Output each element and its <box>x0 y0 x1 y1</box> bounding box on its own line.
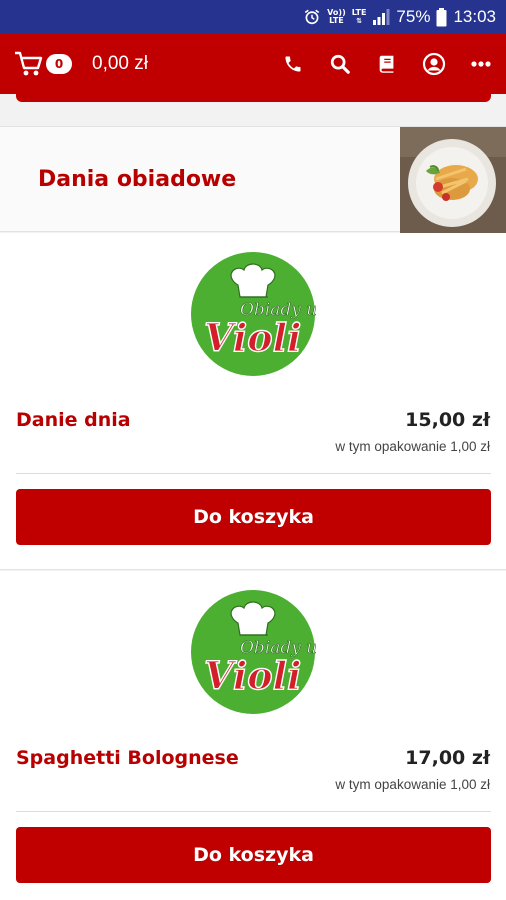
product-price: 17,00 zł <box>405 747 490 769</box>
battery-percent: 75% <box>396 7 431 26</box>
account-icon[interactable] <box>421 51 447 77</box>
battery-icon <box>436 7 447 27</box>
add-to-cart-button[interactable]: Do koszyka <box>16 827 491 883</box>
add-to-cart-button[interactable]: Do koszyka <box>16 489 491 545</box>
cart-total: 0,00 zł <box>92 53 148 74</box>
packaging-note: w tym opakowanie 1,00 zł <box>335 439 490 454</box>
product-card: Obiady u Violi Danie dnia 15,00 zł w tym… <box>0 233 506 570</box>
category-photo <box>400 127 506 233</box>
restaurant-logo: Obiady u Violi <box>191 590 316 714</box>
logo-text-line2: Violi <box>204 653 301 698</box>
divider <box>16 811 491 812</box>
volte-bottom-label: LTE <box>329 16 344 25</box>
packaging-note: w tym opakowanie 1,00 zł <box>335 777 490 792</box>
status-bar: Vo)) LTE LTE ⇅ 75% 13:03 <box>0 0 506 34</box>
lte-icon: LTE ⇅ <box>351 8 367 26</box>
previous-button-edge[interactable] <box>16 94 491 102</box>
lte-label: LTE <box>351 8 367 17</box>
signal-icon <box>372 9 390 25</box>
category-header[interactable]: Dania obiadowe <box>0 126 506 233</box>
search-icon[interactable] <box>327 51 353 77</box>
logo-text-line2: Violi <box>204 315 301 360</box>
phone-icon[interactable] <box>280 51 306 77</box>
clock: 13:03 <box>453 7 496 26</box>
category-title: Dania obiadowe <box>38 167 237 192</box>
product-price: 15,00 zł <box>405 409 490 431</box>
cart-icon <box>14 51 44 77</box>
menu-book-icon[interactable] <box>374 51 400 77</box>
divider <box>16 473 491 474</box>
cart-count-badge: 0 <box>46 54 72 74</box>
product-card: Obiady u Violi Spaghetti Bolognese 17,00… <box>0 571 506 900</box>
product-name: Spaghetti Bolognese <box>16 747 239 769</box>
volte-icon: Vo)) LTE <box>327 9 346 25</box>
more-icon[interactable] <box>468 51 494 77</box>
app-header: 0 0,00 zł <box>0 34 506 94</box>
product-name: Danie dnia <box>16 409 131 431</box>
restaurant-logo: Obiady u Violi <box>191 252 316 376</box>
alarm-icon <box>303 8 321 26</box>
cart-button[interactable]: 0 <box>14 51 72 77</box>
